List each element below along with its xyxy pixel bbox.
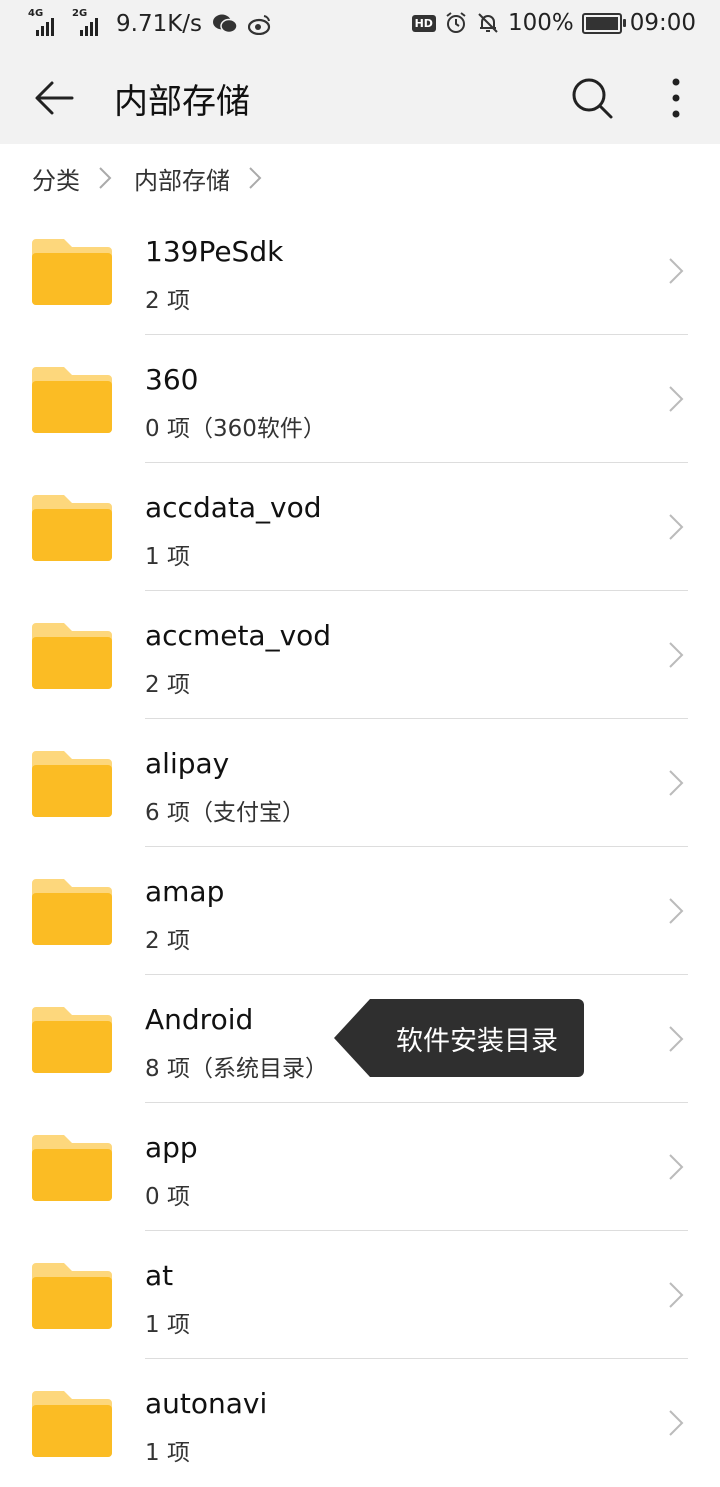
chevron-right-icon [669,386,684,412]
clock: 09:00 [629,10,696,36]
wechat-icon [213,14,238,34]
top-app-bar: 内部存储 [0,50,720,144]
folder-meta: 6 项（支付宝） [145,800,305,826]
folder-icon [32,1007,112,1073]
network-speed: 9.71K/s [116,11,203,37]
folder-name: amap [145,875,225,908]
folder-meta: 0 项 [145,1184,190,1210]
folder-name: app [145,1131,198,1164]
breadcrumb: 分类 内部存储 [0,144,720,212]
back-arrow-icon [35,81,74,115]
folder-meta: 1 项 [145,1440,190,1466]
folder-icon [32,1135,112,1201]
chevron-right-icon [249,167,262,189]
folder-meta: 2 项 [145,672,190,698]
folder-icon [32,495,112,561]
hd-icon: HD [411,14,436,32]
folder-icon [32,879,112,945]
chevron-right-icon [669,770,684,796]
alarm-icon [446,12,466,33]
chevron-right-icon [669,1282,684,1308]
list-item[interactable]: at 1 项 [0,1231,720,1359]
folder-icon [32,1263,112,1329]
list-item[interactable]: 139PeSdk 2 项 [0,207,720,335]
signal-2g-icon: 2G [72,8,106,38]
folder-meta: 0 项（360软件） [145,416,326,442]
chevron-right-icon [669,642,684,668]
list-item[interactable]: app 0 项 [0,1103,720,1231]
folder-name: accdata_vod [145,491,322,524]
mute-bell-icon [478,13,498,33]
folder-list: 139PeSdk 2 项 360 0 项（360软件） accdata_vod … [0,207,720,1487]
folder-icon [32,239,112,305]
status-bar: 4G 2G 9.71K/s HD 100% 09:00 [0,0,720,50]
folder-icon [32,623,112,689]
folder-name: at [145,1259,174,1292]
folder-name: 139PeSdk [145,235,284,268]
signal-4g-icon: 4G [28,8,62,38]
folder-icon [32,1391,112,1457]
tooltip: 软件安装目录 [334,997,586,1079]
chevron-right-icon [669,514,684,540]
battery-percent: 100% [507,10,574,36]
list-item[interactable]: alipay 6 项（支付宝） [0,719,720,847]
chevron-right-icon [669,898,684,924]
chevron-right-icon [669,258,684,284]
folder-name: alipay [145,747,230,780]
more-options-button[interactable] [656,72,696,124]
chevron-right-icon [669,1154,684,1180]
more-vertical-icon [672,78,680,118]
list-item[interactable]: amap 2 项 [0,847,720,975]
chevron-right-icon [669,1410,684,1436]
folder-meta: 1 项 [145,544,190,570]
folder-meta: 8 项（系统目录） [145,1056,328,1082]
list-item[interactable]: autonavi 1 项 [0,1359,720,1487]
list-item[interactable]: accdata_vod 1 项 [0,463,720,591]
folder-name: accmeta_vod [145,619,332,652]
folder-icon [32,367,112,433]
list-item[interactable]: 360 0 项（360软件） [0,335,720,463]
folder-name: Android [145,1003,254,1036]
chevron-right-icon [99,167,112,189]
page-title: 内部存储 [114,82,250,122]
back-button[interactable] [28,72,80,124]
folder-meta: 2 项 [145,288,190,314]
chevron-right-icon [669,1026,684,1052]
folder-meta: 1 项 [145,1312,190,1338]
battery-icon [581,12,626,34]
folder-icon [32,751,112,817]
folder-name: autonavi [145,1387,268,1420]
breadcrumb-item-internal-storage[interactable]: 内部存储 [134,161,230,196]
weibo-icon [248,15,271,35]
folder-meta: 2 项 [145,928,190,954]
breadcrumb-item-category[interactable]: 分类 [32,161,80,196]
tooltip-text: 软件安装目录 [396,1025,558,1057]
search-icon [572,78,613,119]
folder-name: 360 [145,363,199,396]
list-item[interactable]: accmeta_vod 2 项 [0,591,720,719]
search-button[interactable] [566,72,618,124]
